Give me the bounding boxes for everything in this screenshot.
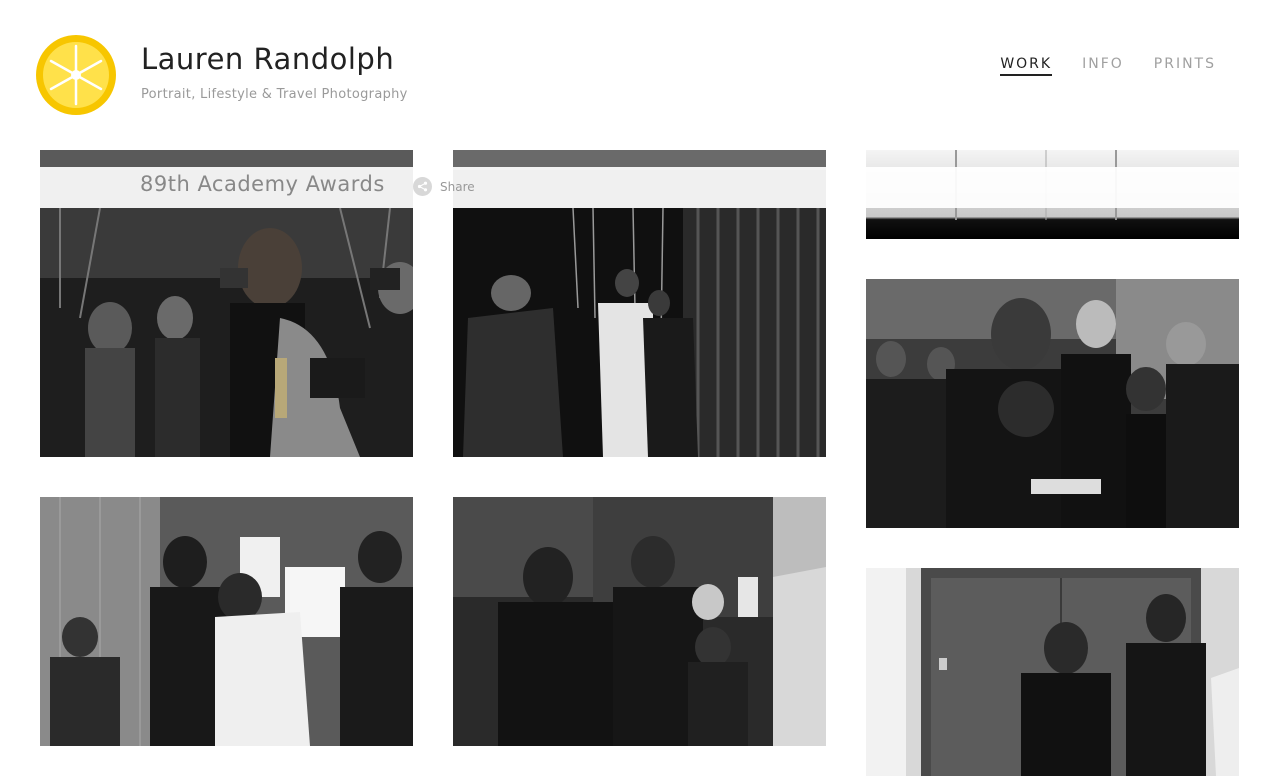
lemon-slice-logo-icon[interactable]	[35, 34, 117, 116]
photo-handshake-celebration[interactable]	[453, 497, 826, 746]
photo-crowd-embrace[interactable]	[866, 279, 1239, 528]
share-icon	[413, 177, 432, 196]
nav-item-prints[interactable]: PRINTS	[1154, 56, 1216, 76]
photo-elevator-excited[interactable]	[866, 568, 1239, 776]
photo-oscar-hug[interactable]	[40, 208, 413, 457]
gallery-title-bar: 89th Academy Awards Share	[40, 167, 1239, 208]
site-title[interactable]: Lauren Randolph	[141, 42, 394, 76]
site-tagline: Portrait, Lifestyle & Travel Photography	[141, 87, 408, 102]
share-button[interactable]: Share	[413, 177, 475, 196]
photo-elevator-hug[interactable]	[40, 497, 413, 746]
nav-item-info[interactable]: INFO	[1082, 56, 1124, 76]
site-header: Lauren Randolph Portrait, Lifestyle & Tr…	[0, 0, 1280, 140]
share-label: Share	[440, 179, 475, 194]
main-nav: WORK INFO PRINTS	[1000, 56, 1216, 76]
nav-item-work[interactable]: WORK	[1000, 56, 1053, 76]
gallery-title: 89th Academy Awards	[140, 172, 385, 196]
photo-backstage-curtain[interactable]	[453, 208, 826, 457]
